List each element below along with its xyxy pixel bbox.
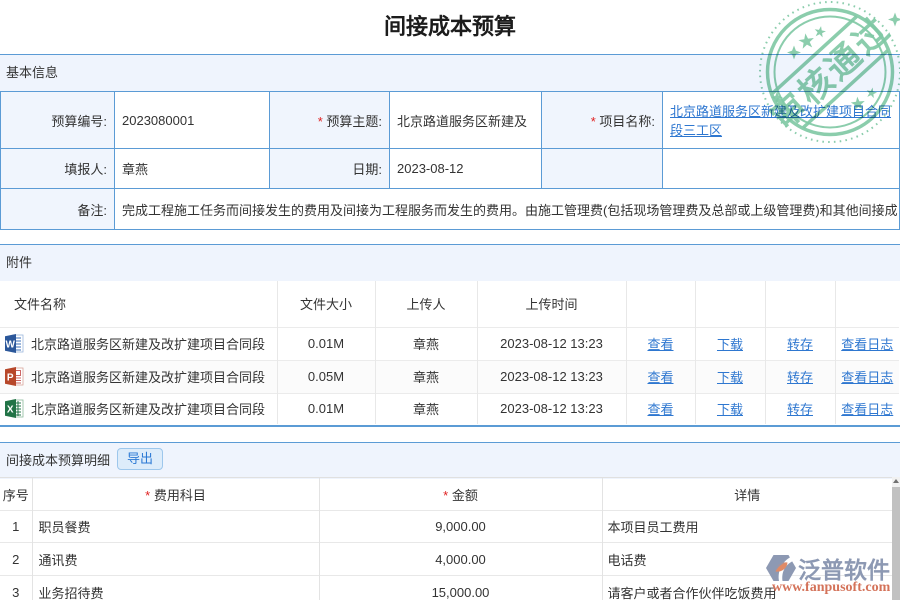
svg-text:P: P: [7, 373, 14, 384]
svg-text:W: W: [5, 340, 15, 351]
svg-text:X: X: [7, 405, 14, 416]
